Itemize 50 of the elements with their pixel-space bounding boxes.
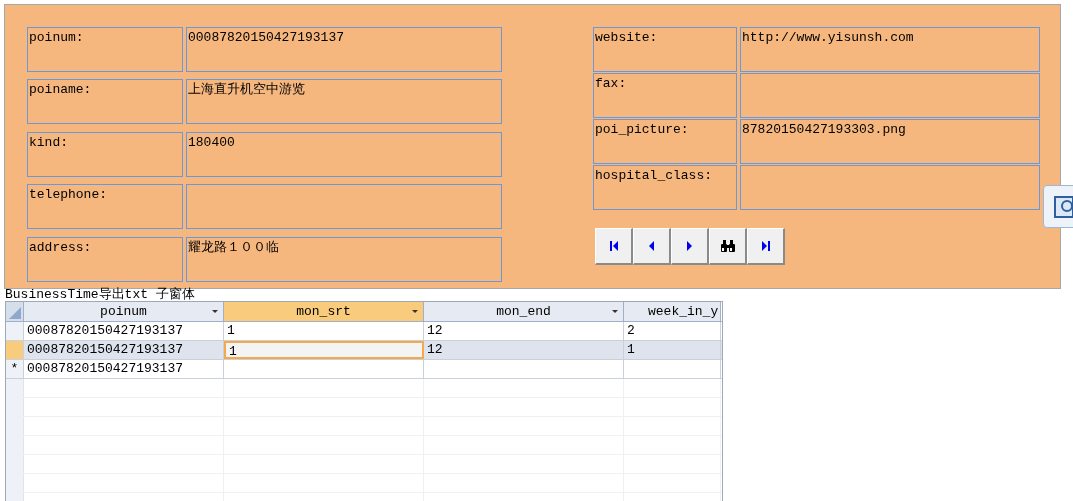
record-nav-button[interactable] <box>709 228 747 265</box>
field-value[interactable]: http://www.yisunsh.com <box>740 27 1040 72</box>
field-value[interactable]: 耀龙路１００临 <box>186 236 502 282</box>
field-label: website: <box>593 27 737 72</box>
table-cell[interactable]: 1 <box>624 341 721 359</box>
next-record-icon <box>687 241 692 251</box>
table-cell[interactable]: 1 <box>224 341 424 359</box>
last-record-icon <box>761 241 770 251</box>
field-value[interactable]: 180400 <box>186 131 502 177</box>
record-nav-button[interactable] <box>595 228 633 265</box>
table-cell[interactable]: 1 <box>224 322 424 340</box>
field-label: poi_picture: <box>593 119 737 164</box>
subform-title: BusinessTime导出txt 子窗体 <box>5 289 196 301</box>
preview-button[interactable] <box>1043 185 1073 228</box>
field-label: poiname: <box>27 79 183 125</box>
field-label: telephone: <box>27 184 183 230</box>
table-cell[interactable]: 00087820150427193137 <box>24 360 224 378</box>
field-value[interactable]: 00087820150427193137 <box>186 27 502 72</box>
field-label: address: <box>27 236 183 282</box>
field-label: hospital_class: <box>593 165 737 210</box>
row-selector[interactable]: * <box>6 360 24 378</box>
field-value[interactable] <box>740 73 1040 118</box>
caret-icon <box>612 310 618 313</box>
field-label: fax: <box>593 73 737 118</box>
field-value[interactable]: 上海直升机空中游览 <box>186 79 502 125</box>
column-header[interactable]: poinum <box>24 302 224 321</box>
table-cell[interactable]: 00087820150427193137 <box>24 322 224 340</box>
row-selector[interactable] <box>6 322 24 340</box>
field-value[interactable]: 87820150427193303.png <box>740 119 1040 164</box>
record-nav-button[interactable] <box>747 228 785 265</box>
binoculars-icon <box>720 240 735 252</box>
table-cell[interactable]: 2 <box>624 322 721 340</box>
first-record-icon <box>609 241 618 251</box>
field-value[interactable] <box>186 184 502 230</box>
table-cell[interactable]: 12 <box>424 341 624 359</box>
corner-triangle-icon <box>9 307 21 319</box>
column-header[interactable]: week_in_y <box>624 302 721 321</box>
select-all-corner[interactable] <box>6 302 24 321</box>
caret-icon <box>412 310 418 313</box>
field-label: kind: <box>27 131 183 177</box>
preview-icon <box>1054 195 1073 218</box>
row-selector[interactable] <box>6 341 24 359</box>
column-header[interactable]: mon_end <box>424 302 624 321</box>
caret-icon <box>212 310 218 313</box>
table-cell[interactable]: 12 <box>424 322 624 340</box>
field-value[interactable] <box>740 165 1040 210</box>
previous-record-icon <box>649 241 654 251</box>
field-label: poinum: <box>27 27 183 72</box>
column-header[interactable]: mon_srt <box>224 302 424 321</box>
new-record-marker: * <box>10 360 19 378</box>
